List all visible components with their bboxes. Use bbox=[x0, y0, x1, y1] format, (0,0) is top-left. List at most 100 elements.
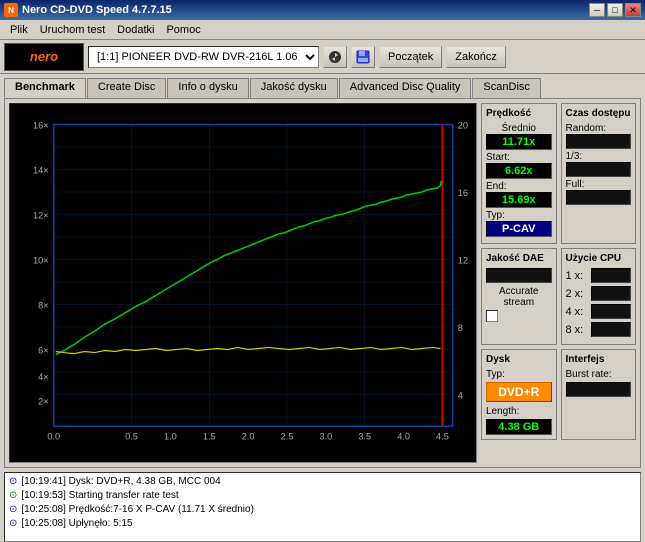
close-button[interactable]: ✕ bbox=[625, 3, 641, 17]
tab-bar: Benchmark Create Disc Info o dysku Jakoś… bbox=[0, 74, 645, 98]
log-text-3: [10:25:08] Upłynęło: 5:15 bbox=[21, 517, 132, 531]
log-line-3: ⊙ [10:25:08] Upłynęło: 5:15 bbox=[9, 517, 636, 531]
toolbar: nero [1:1] PIONEER DVD-RW DVR-216L 1.06 … bbox=[0, 40, 645, 74]
end-button[interactable]: Zakończ bbox=[446, 46, 506, 68]
disc-type-label: Typ: bbox=[486, 369, 552, 380]
cpu-title: Użycie CPU bbox=[566, 253, 632, 264]
cpu-4x-label: 4 x: bbox=[566, 306, 584, 318]
cpu-4x-value bbox=[591, 304, 631, 319]
interface-section: Interfejs Burst rate: bbox=[561, 349, 637, 440]
tab-benchmark[interactable]: Benchmark bbox=[4, 78, 86, 98]
svg-text:12×: 12× bbox=[33, 211, 49, 221]
start-label: Start: bbox=[486, 152, 552, 163]
svg-text:2×: 2× bbox=[38, 397, 48, 407]
right-panel: Prędkość Średnio 11.71x Start: 6.62x End… bbox=[481, 103, 636, 463]
svg-text:2.5: 2.5 bbox=[281, 431, 294, 441]
tab-info-o-dysku[interactable]: Info o dysku bbox=[167, 78, 248, 98]
accurate-stream-checkbox bbox=[486, 310, 552, 322]
log-text-1: [10:19:53] Starting transfer rate test bbox=[21, 489, 178, 503]
menu-plik[interactable]: Plik bbox=[4, 22, 34, 38]
disc-type-badge: DVD+R bbox=[486, 382, 552, 402]
full-value bbox=[566, 190, 632, 205]
dae-section: Jakość DAE Accurate stream bbox=[481, 248, 557, 345]
burst-value bbox=[566, 382, 632, 397]
save-button[interactable] bbox=[351, 46, 375, 68]
svg-text:10×: 10× bbox=[33, 256, 49, 266]
drive-select[interactable]: [1:1] PIONEER DVD-RW DVR-216L 1.06 bbox=[88, 46, 319, 68]
third-label: 1/3: bbox=[566, 151, 632, 162]
log-line-2: ⊙ [10:25:08] Prędkość:7-16 X P-CAV (11.7… bbox=[9, 503, 636, 517]
cpu-section: Użycie CPU 1 x: 2 x: 4 x: 8 x: bbox=[561, 248, 637, 345]
speed-title: Prędkość bbox=[486, 108, 552, 119]
tab-jakosc-dysku[interactable]: Jakość dysku bbox=[250, 78, 338, 98]
refresh-button[interactable] bbox=[323, 46, 347, 68]
interface-title: Interfejs bbox=[566, 354, 632, 365]
access-section: Czas dostępu Random: 1/3: Full: bbox=[561, 103, 637, 244]
accurate-label: Accurate bbox=[486, 286, 552, 297]
log-icon-2: ⊙ bbox=[9, 503, 17, 517]
maximize-button[interactable]: □ bbox=[607, 3, 623, 17]
svg-text:3.5: 3.5 bbox=[358, 431, 371, 441]
type-value: P-CAV bbox=[486, 221, 552, 237]
disc-section: Dysk Typ: DVD+R Length: 4.38 GB bbox=[481, 349, 557, 440]
log-icon-0: ⊙ bbox=[9, 475, 17, 489]
tab-scandisc[interactable]: ScanDisc bbox=[472, 78, 540, 98]
cpu-1x-value bbox=[591, 268, 631, 283]
disc-length-label: Length: bbox=[486, 406, 552, 417]
cpu-1x-label: 1 x: bbox=[566, 270, 584, 282]
tab-advanced-disc-quality[interactable]: Advanced Disc Quality bbox=[339, 78, 472, 98]
minimize-button[interactable]: ─ bbox=[589, 3, 605, 17]
chart-svg: 16× 14× 12× 10× 8× 6× 4× 2× 20 16 12 8 4… bbox=[10, 104, 476, 462]
start-button[interactable]: Początek bbox=[379, 46, 442, 68]
svg-text:3.0: 3.0 bbox=[319, 431, 332, 441]
full-label: Full: bbox=[566, 179, 632, 190]
svg-text:4×: 4× bbox=[38, 372, 48, 382]
svg-text:20: 20 bbox=[458, 121, 468, 131]
app-icon: N bbox=[4, 3, 18, 17]
window-controls: ─ □ ✕ bbox=[589, 3, 641, 17]
cpu-2x-value bbox=[591, 286, 631, 301]
end-label: End: bbox=[486, 181, 552, 192]
chart-area: 16× 14× 12× 10× 8× 6× 4× 2× 20 16 12 8 4… bbox=[9, 103, 477, 463]
random-value bbox=[566, 134, 632, 149]
menu-uruchom[interactable]: Uruchom test bbox=[34, 22, 111, 38]
log-icon-1: ⊙ bbox=[9, 489, 17, 503]
cpu-8x-label: 8 x: bbox=[566, 324, 584, 336]
svg-text:16: 16 bbox=[458, 188, 468, 198]
log-line-0: ⊙ [10:19:41] Dysk: DVD+R, 4.38 GB, MCC 0… bbox=[9, 475, 636, 489]
svg-text:4.0: 4.0 bbox=[397, 431, 410, 441]
disc-length-value: 4.38 GB bbox=[486, 419, 552, 435]
random-label: Random: bbox=[566, 123, 632, 134]
menu-dodatki[interactable]: Dodatki bbox=[111, 22, 160, 38]
menu-bar: Plik Uruchom test Dodatki Pomoc bbox=[0, 20, 645, 40]
svg-text:12: 12 bbox=[458, 256, 468, 266]
svg-text:4.5: 4.5 bbox=[436, 431, 449, 441]
cpu-8x-value bbox=[591, 322, 631, 337]
svg-text:16×: 16× bbox=[33, 121, 49, 131]
access-title: Czas dostępu bbox=[566, 108, 632, 119]
svg-text:1.0: 1.0 bbox=[164, 431, 177, 441]
nero-logo: nero bbox=[4, 43, 84, 71]
checkbox[interactable] bbox=[486, 310, 498, 322]
title-bar: N Nero CD-DVD Speed 4.7.7.15 ─ □ ✕ bbox=[0, 0, 645, 20]
start-value: 6.62x bbox=[486, 163, 552, 179]
dae-value bbox=[486, 268, 552, 283]
svg-text:14×: 14× bbox=[33, 166, 49, 176]
avg-value: 11.71x bbox=[486, 134, 552, 150]
log-line-1: ⊙ [10:19:53] Starting transfer rate test bbox=[9, 489, 636, 503]
end-value: 15.69x bbox=[486, 192, 552, 208]
svg-text:8: 8 bbox=[458, 323, 463, 333]
menu-pomoc[interactable]: Pomoc bbox=[160, 22, 206, 38]
stream-label: stream bbox=[486, 297, 552, 308]
svg-text:6×: 6× bbox=[38, 346, 48, 356]
avg-label: Średnio bbox=[486, 123, 552, 134]
speed-section: Prędkość Średnio 11.71x Start: 6.62x End… bbox=[481, 103, 557, 244]
cpu-2x-label: 2 x: bbox=[566, 288, 584, 300]
window-title: Nero CD-DVD Speed 4.7.7.15 bbox=[22, 4, 172, 16]
log-text-2: [10:25:08] Prędkość:7-16 X P-CAV (11.71 … bbox=[21, 503, 254, 517]
tab-create-disc[interactable]: Create Disc bbox=[87, 78, 166, 98]
burst-label: Burst rate: bbox=[566, 369, 632, 380]
main-content: 16× 14× 12× 10× 8× 6× 4× 2× 20 16 12 8 4… bbox=[4, 98, 641, 468]
svg-text:8×: 8× bbox=[38, 301, 48, 311]
log-text-0: [10:19:41] Dysk: DVD+R, 4.38 GB, MCC 004 bbox=[21, 475, 220, 489]
